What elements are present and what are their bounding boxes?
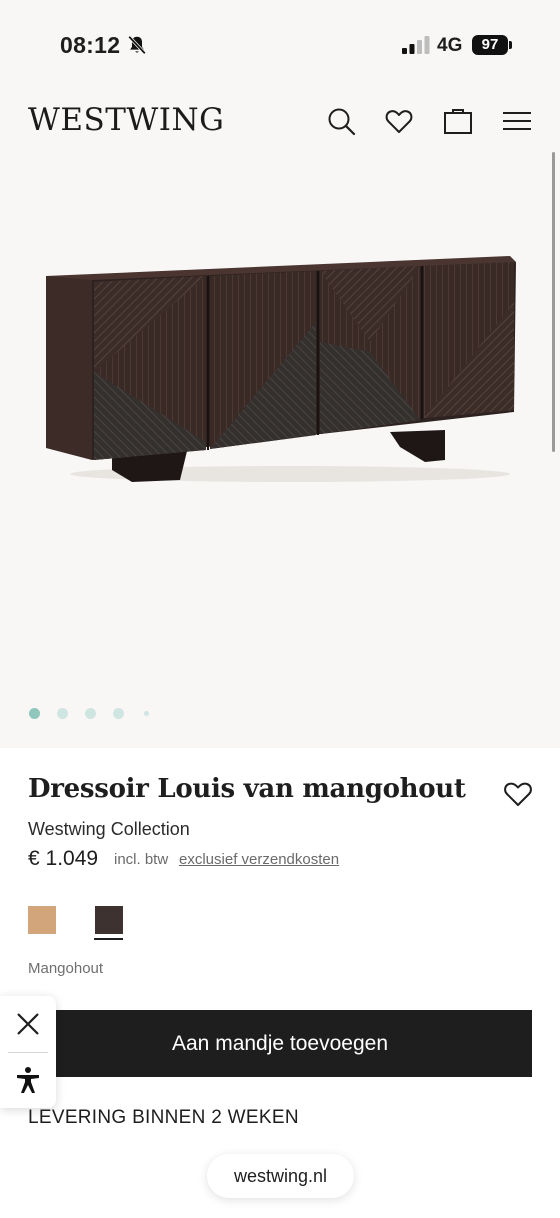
vat-note: incl. btw [114,851,169,868]
add-to-cart-button[interactable]: Aan mandje toevoegen [28,1010,532,1077]
network-type: 4G [437,35,463,56]
scrollbar[interactable] [552,152,555,452]
pagination-dot-1[interactable] [29,708,40,719]
material-label: Mangohout [28,960,104,977]
signal-icon [402,36,430,54]
menu-icon[interactable] [502,106,532,136]
product-title: Dressoir Louis van mangohout [28,774,466,804]
color-swatch-dark-wood[interactable] [95,906,123,934]
battery-tip [509,41,512,49]
westwing-logo[interactable]: WESTWING [28,102,224,138]
battery-icon: 97 [472,35,508,55]
status-bar: 08:12 4G 97 [0,0,560,90]
shipping-costs-link[interactable]: exclusief verzendkosten [179,851,339,868]
accessibility-widget [0,996,56,1108]
bag-icon[interactable] [443,106,473,136]
status-time: 08:12 [60,32,121,58]
product-brand[interactable]: Westwing Collection [28,819,190,840]
pagination-dot-3[interactable] [85,708,96,719]
color-swatch-light-wood[interactable] [28,906,56,934]
browser-url-bar[interactable]: westwing.nl [207,1154,354,1198]
pagination-dot-4[interactable] [113,708,124,719]
accessibility-icon[interactable] [14,1066,42,1094]
product-price: € 1.049 [28,847,99,870]
delivery-info: LEVERING BINNEN 2 WEKEN [28,1107,299,1128]
heart-icon[interactable] [384,106,414,136]
pagination-dot-5[interactable] [144,711,149,716]
selected-swatch-indicator [94,938,123,940]
close-icon[interactable] [14,1010,42,1038]
product-gallery[interactable] [0,152,560,748]
panel-divider [8,1052,48,1053]
pagination-dot-2[interactable] [57,708,68,719]
wishlist-heart-icon[interactable] [502,778,534,808]
bell-muted-icon [128,35,146,55]
product-image-sideboard[interactable] [40,242,520,502]
search-icon[interactable] [326,106,356,136]
site-header: WESTWING [0,90,560,152]
